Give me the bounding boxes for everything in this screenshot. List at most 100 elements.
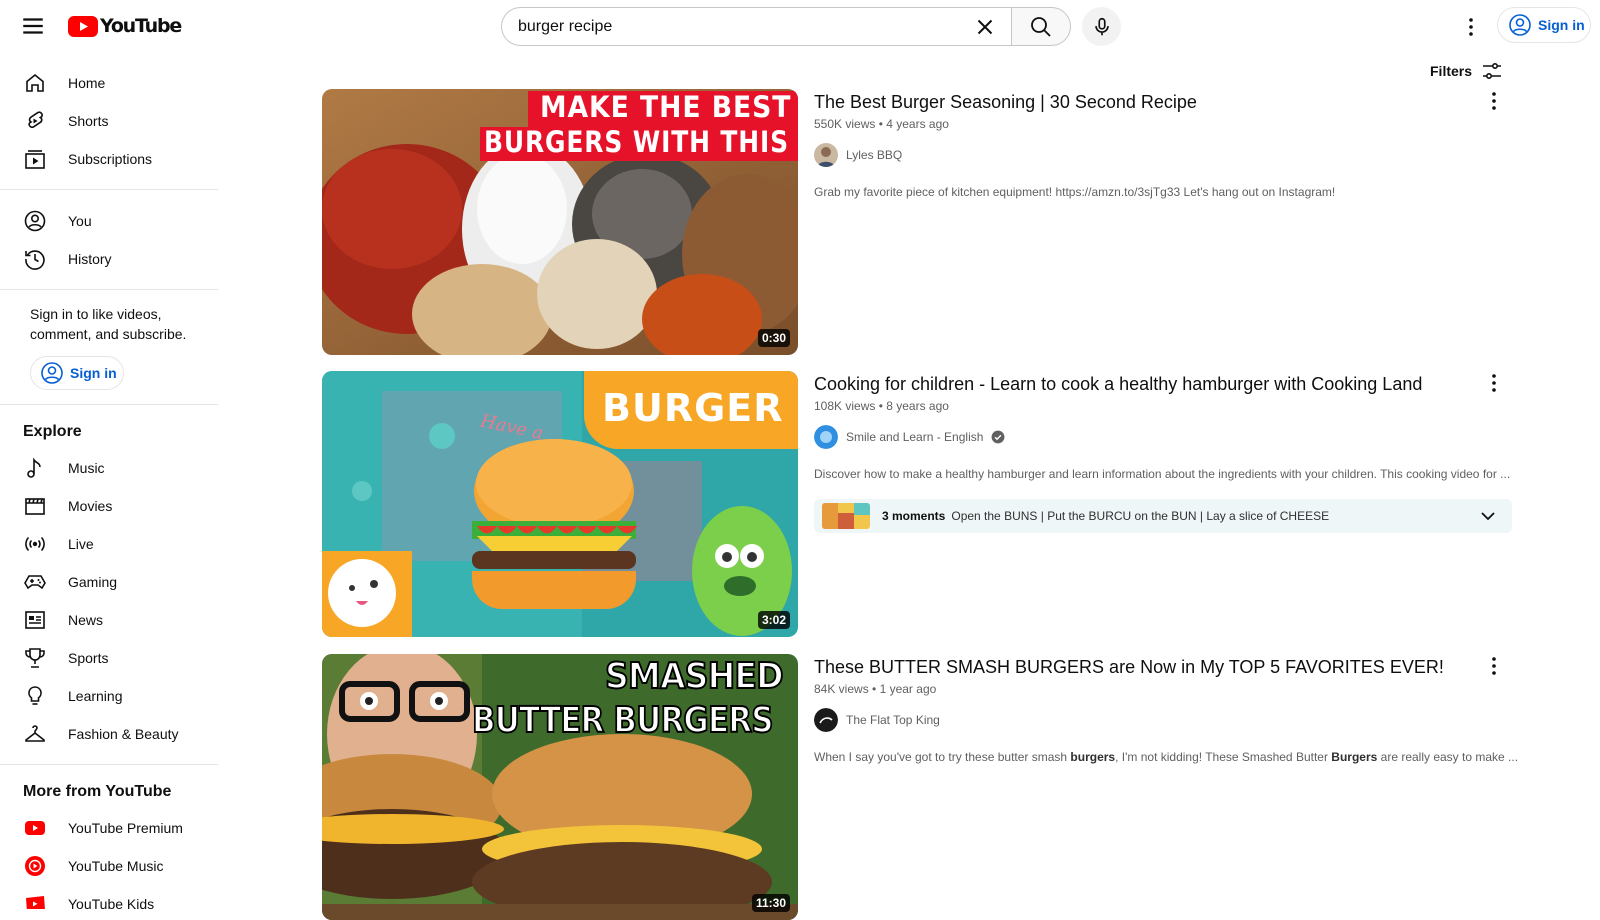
guide-sidebar: Home Shorts Subscriptions You History Si… bbox=[0, 56, 218, 909]
youtube-music-icon bbox=[23, 854, 47, 878]
sidebar-item-subscriptions[interactable]: Subscriptions bbox=[0, 140, 218, 178]
search-box bbox=[501, 7, 1012, 46]
video-thumbnail[interactable]: MAKE THE BEST BURGERS WITH THIS 0:30 bbox=[322, 89, 798, 355]
sidebar-item-gaming[interactable]: Gaming bbox=[0, 563, 218, 601]
explore-section-title: Explore bbox=[23, 423, 82, 440]
sidebar-item-label: YouTube Kids bbox=[68, 896, 155, 909]
thumbnail-overlay-text: BURGERS WITH THIS bbox=[484, 125, 789, 159]
youtube-logo[interactable]: YouTube bbox=[68, 14, 182, 38]
channel-avatar bbox=[814, 143, 838, 167]
channel-avatar bbox=[814, 708, 838, 732]
sidebar-item-label: Home bbox=[68, 75, 106, 91]
sidebar-divider bbox=[0, 189, 218, 190]
sidebar-item-label: News bbox=[68, 612, 104, 628]
video-title[interactable]: These BUTTER SMASH BURGERS are Now in My… bbox=[814, 654, 1494, 680]
channel-name: Lyles BBQ bbox=[846, 148, 903, 162]
key-moments-text: Open the BUNS | Put the BURCU on the BUN… bbox=[951, 509, 1330, 523]
settings-more-icon[interactable] bbox=[1456, 12, 1486, 42]
video-info: Cooking for children - Learn to cook a h… bbox=[814, 371, 1512, 533]
video-title[interactable]: The Best Burger Seasoning | 30 Second Re… bbox=[814, 89, 1494, 115]
channel-avatar bbox=[814, 425, 838, 449]
thumbnail-overlay-text: MAKE THE BEST bbox=[540, 90, 792, 124]
subscriptions-icon bbox=[23, 147, 47, 171]
verified-badge-icon bbox=[992, 430, 1005, 444]
video-menu-icon[interactable] bbox=[1482, 371, 1506, 395]
learning-icon bbox=[23, 684, 47, 708]
video-duration: 0:30 bbox=[757, 329, 790, 347]
sidebar-item-home[interactable]: Home bbox=[0, 64, 218, 102]
sidebar-item-label: YouTube Premium bbox=[68, 820, 183, 836]
search-input[interactable] bbox=[518, 8, 958, 45]
sidebar-item-learning[interactable]: Learning bbox=[0, 677, 218, 715]
upload-age: 1 year ago bbox=[879, 682, 937, 696]
video-description: Grab my favorite piece of kitchen equipm… bbox=[814, 185, 1336, 199]
sidebar-item-youtube-premium[interactable]: YouTube Premium bbox=[0, 809, 218, 847]
video-result: SMASHED BUTTER BURGERS 11:30 These BUTTE… bbox=[322, 654, 1518, 920]
video-title[interactable]: Cooking for children - Learn to cook a h… bbox=[814, 371, 1494, 397]
description-text: , I'm not kidding! These Smashed Butter bbox=[1115, 750, 1332, 764]
youtube-logo-icon bbox=[68, 15, 98, 37]
sidebar-item-label: Learning bbox=[68, 688, 123, 704]
sidebar-item-live[interactable]: Live bbox=[0, 525, 218, 563]
sidebar-item-sports[interactable]: Sports bbox=[0, 639, 218, 677]
search-icon bbox=[1031, 16, 1051, 37]
filter-sliders-icon bbox=[1483, 63, 1502, 80]
hamburger-menu-icon[interactable] bbox=[20, 13, 46, 39]
sidebar-item-label: Sports bbox=[68, 650, 109, 666]
video-info: These BUTTER SMASH BURGERS are Now in My… bbox=[814, 654, 1518, 766]
view-count: 550K views bbox=[814, 117, 876, 131]
sidebar-item-you[interactable]: You bbox=[0, 202, 218, 240]
sidebar-item-history[interactable]: History bbox=[0, 240, 218, 278]
sidebar-sign-in-button[interactable]: Sign in bbox=[30, 356, 124, 390]
sidebar-divider bbox=[0, 289, 218, 290]
video-metadata: 550K views • 4 years ago bbox=[814, 117, 949, 131]
sidebar-item-youtube-music[interactable]: YouTube Music bbox=[0, 847, 218, 885]
channel-link[interactable]: Smile and Learn - English bbox=[814, 425, 1494, 449]
thumbnail-overlay-text: BUTTER BURGERS bbox=[471, 699, 774, 742]
channel-link[interactable]: Lyles BBQ bbox=[814, 143, 1494, 167]
channel-link[interactable]: The Flat Top King bbox=[814, 708, 1494, 732]
video-menu-icon[interactable] bbox=[1482, 89, 1506, 113]
youtube-kids-icon bbox=[23, 892, 47, 909]
youtube-premium-icon bbox=[23, 816, 47, 840]
search-button[interactable] bbox=[1011, 7, 1071, 46]
video-metadata: 84K views • 1 year ago bbox=[814, 682, 937, 696]
sidebar-item-news[interactable]: News bbox=[0, 601, 218, 639]
movies-icon bbox=[23, 494, 47, 518]
filters-button[interactable]: Filters bbox=[1430, 59, 1504, 83]
video-duration: 3:02 bbox=[757, 611, 790, 629]
video-result: BURGER Have a 3:02 Cooking for children … bbox=[322, 371, 1512, 637]
shorts-icon bbox=[23, 109, 47, 133]
upload-age: 8 years ago bbox=[886, 399, 949, 413]
key-moments-thumbnail bbox=[822, 503, 870, 529]
trophy-icon bbox=[23, 646, 47, 670]
chevron-down-icon bbox=[1481, 512, 1495, 521]
more-from-youtube-title: More from YouTube bbox=[23, 783, 172, 800]
sidebar-item-label: YouTube Music bbox=[68, 858, 164, 874]
thumbnail-overlay-text: BURGER bbox=[602, 386, 784, 430]
video-thumbnail[interactable]: SMASHED BUTTER BURGERS 11:30 bbox=[322, 654, 798, 920]
video-menu-icon[interactable] bbox=[1482, 654, 1506, 678]
sidebar-divider bbox=[0, 404, 218, 405]
music-icon bbox=[23, 456, 47, 480]
video-thumbnail[interactable]: BURGER Have a 3:02 bbox=[322, 371, 798, 637]
sidebar-item-movies[interactable]: Movies bbox=[0, 487, 218, 525]
sidebar-item-label: Shorts bbox=[68, 113, 109, 129]
sidebar-item-label: You bbox=[68, 213, 92, 229]
filters-label: Filters bbox=[1430, 63, 1473, 79]
voice-search-button[interactable] bbox=[1082, 7, 1121, 46]
masthead: YouTube Sign in bbox=[0, 0, 1600, 52]
clear-search-icon[interactable] bbox=[972, 14, 998, 40]
sidebar-divider bbox=[0, 764, 218, 765]
sign-in-prompt-text: Sign in to like videos, comment, and sub… bbox=[30, 306, 187, 342]
key-moments-bar[interactable]: 3 moments Open the BUNS | Put the BURCU … bbox=[814, 499, 1512, 533]
sidebar-item-music[interactable]: Music bbox=[0, 449, 218, 487]
you-icon bbox=[23, 209, 47, 233]
video-metadata: 108K views • 8 years ago bbox=[814, 399, 949, 413]
sidebar-item-label: Live bbox=[68, 536, 94, 552]
sign-in-label: Sign in bbox=[1538, 17, 1585, 33]
sign-in-button[interactable]: Sign in bbox=[1497, 7, 1591, 43]
sidebar-item-shorts[interactable]: Shorts bbox=[0, 102, 218, 140]
sidebar-item-youtube-kids[interactable]: YouTube Kids bbox=[0, 885, 218, 909]
sidebar-item-fashion-beauty[interactable]: Fashion & Beauty bbox=[0, 715, 218, 753]
